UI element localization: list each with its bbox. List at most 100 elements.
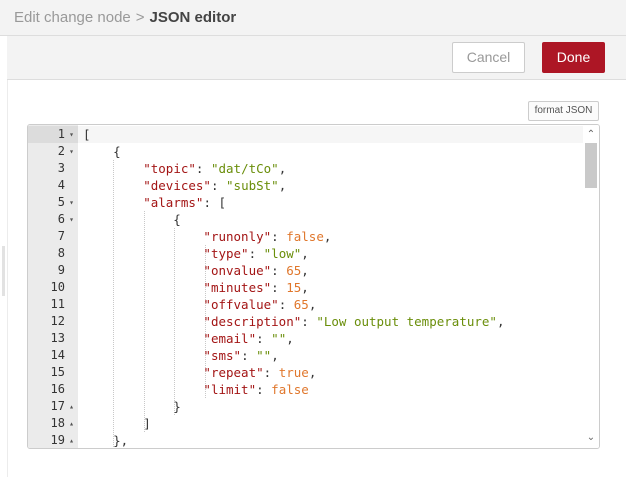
code-token: :: [210, 178, 227, 193]
code-token: "onvalue": [203, 263, 272, 278]
code-line: "minutes": 15,: [83, 279, 309, 296]
code-token: }: [83, 399, 181, 414]
code-token: {: [83, 144, 121, 159]
fold-arrow-up-icon[interactable]: ▴: [67, 415, 76, 432]
code-token: {: [83, 212, 181, 227]
code-line: "repeat": true,: [83, 364, 316, 381]
code-line: ]: [83, 415, 151, 432]
breadcrumb-current: JSON editor: [149, 9, 237, 26]
code-token: "Low output temperature": [316, 314, 497, 329]
code-token: "sms": [203, 348, 242, 363]
code-token: :: [271, 263, 287, 278]
fold-arrow-up-icon[interactable]: ▴: [67, 398, 76, 415]
breadcrumb-parent[interactable]: Edit change node: [14, 9, 131, 26]
code-token: [: [83, 127, 91, 142]
code-line: {: [83, 211, 181, 228]
line-number-row: 6 ▾: [28, 211, 78, 228]
cancel-button[interactable]: Cancel: [452, 42, 525, 73]
fold-arrow-down-icon[interactable]: ▾: [67, 143, 76, 160]
code-token: "email": [203, 331, 257, 346]
code-token: "": [271, 331, 287, 346]
code-token: "offvalue": [203, 297, 279, 312]
scroll-up-arrow-icon[interactable]: ⌃: [583, 128, 599, 142]
line-number-row: 9: [28, 262, 78, 279]
line-number-row: 16: [28, 381, 78, 398]
line-number: 18: [50, 416, 65, 430]
code-token: 15: [286, 280, 302, 295]
code-line: "onvalue": 65,: [83, 262, 308, 279]
code-line: "offvalue": 65,: [83, 296, 316, 313]
line-number-row: 18 ▴: [28, 415, 78, 432]
tray-header: Edit change node > JSON editor: [0, 0, 626, 36]
code-token: ,: [301, 246, 309, 261]
line-number-row: 14: [28, 347, 78, 364]
code-token: ]: [83, 416, 151, 431]
line-number: 6: [57, 212, 65, 226]
line-number: 15: [50, 365, 65, 379]
line-number: 3: [57, 161, 65, 175]
code-token: ,: [496, 314, 505, 329]
code-token: ,: [301, 280, 309, 295]
scrollbar-thumb[interactable]: [585, 143, 597, 188]
code-token: 65: [286, 263, 302, 278]
fold-arrow-up-icon[interactable]: ▴: [67, 432, 76, 448]
code-token: :: [256, 331, 272, 346]
code-token: :: [248, 246, 264, 261]
code-token: "alarms": [143, 195, 204, 210]
line-number: 7: [57, 229, 65, 243]
code-line: "devices": "subSt",: [83, 177, 286, 194]
active-line-highlight: [78, 126, 583, 143]
code-token: :: [263, 365, 279, 380]
code-token: :: [278, 297, 294, 312]
line-number: 12: [50, 314, 65, 328]
line-number: 10: [50, 280, 65, 294]
fold-arrow-down-icon[interactable]: ▾: [67, 211, 76, 228]
done-button[interactable]: Done: [542, 42, 605, 73]
code-line: "type": "low",: [83, 245, 309, 262]
line-number-row: 12: [28, 313, 78, 330]
code-token: "dat/tCo": [210, 161, 279, 176]
line-number-row: 5 ▾: [28, 194, 78, 211]
line-number: 16: [50, 382, 65, 396]
code-token: "devices": [143, 178, 211, 193]
code-token: true: [278, 365, 309, 380]
fold-arrow-down-icon[interactable]: ▾: [67, 194, 76, 211]
code-token: "": [256, 348, 272, 363]
code-line: "limit": false: [83, 381, 308, 398]
tray-toolbar: Cancel Done: [7, 36, 626, 80]
scroll-down-arrow-icon[interactable]: ⌄: [583, 431, 599, 445]
code-line: "description": "Low output temperature",: [83, 313, 504, 330]
code-token: "low": [263, 246, 302, 261]
line-number-row: 3: [28, 160, 78, 177]
code-token: "minutes": [203, 280, 272, 295]
code-token: :: [195, 161, 211, 176]
line-number: 5: [57, 195, 65, 209]
line-number: 13: [50, 331, 65, 345]
code-token: :: [271, 229, 287, 244]
code-token: "subSt": [226, 178, 279, 193]
code-token: ,: [278, 161, 287, 176]
breadcrumb: Edit change node > JSON editor: [14, 9, 236, 26]
code-token: 65: [293, 297, 309, 312]
code-token: :: [301, 314, 317, 329]
code-token: :: [271, 280, 287, 295]
fold-arrow-down-icon[interactable]: ▾: [67, 126, 76, 143]
line-number: 8: [57, 246, 65, 260]
code-token: :: [241, 348, 257, 363]
line-number: 4: [57, 178, 65, 192]
vertical-scrollbar[interactable]: ⌃ ⌄: [583, 125, 599, 448]
resize-grip[interactable]: [2, 246, 5, 296]
json-code-editor[interactable]: 1 ▾ 2 ▾ 3 4 5 ▾ 6 ▾ 7 8 9 10 11 12 13 14 15 16 17 ▴ 18 ▴ 19 ▴ [ {…: [27, 124, 600, 449]
format-json-button[interactable]: format JSON: [528, 101, 599, 121]
code-token: ,: [271, 348, 279, 363]
